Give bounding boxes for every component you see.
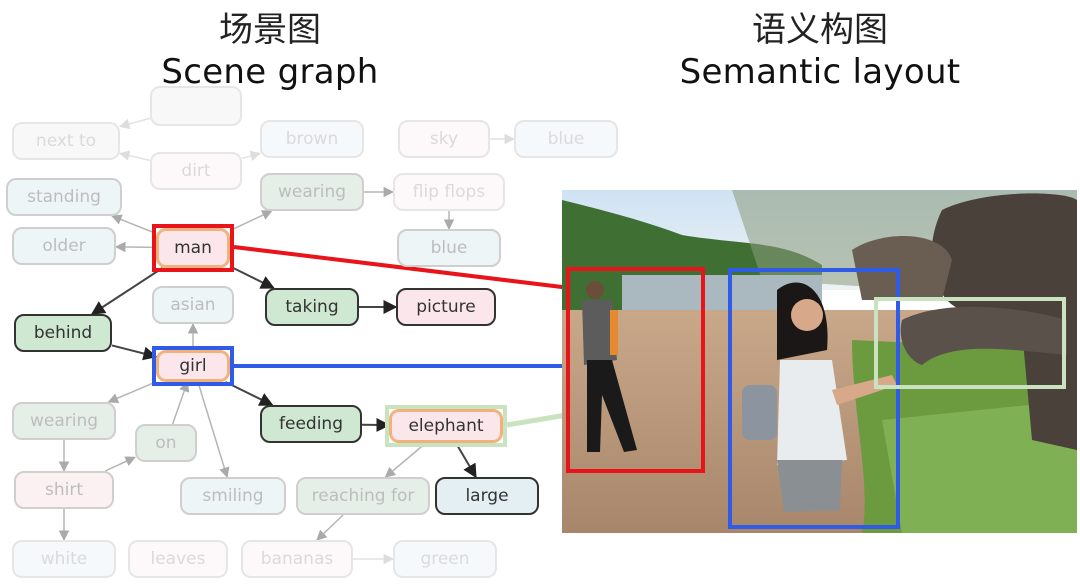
node-behind: behind xyxy=(14,314,112,352)
node-on: on xyxy=(135,424,197,462)
node-feeding: feeding xyxy=(260,405,362,443)
edge-girl-to-smiling xyxy=(197,381,230,479)
elephant-highlight-box xyxy=(385,405,507,447)
node-bananas: bananas xyxy=(241,540,353,578)
edge-man-to-wearing-man xyxy=(229,210,273,232)
edge-on-to-girl xyxy=(171,381,190,425)
edge-dirt-to-next-to xyxy=(118,150,151,162)
edge-top-hidden-to-next-to xyxy=(118,117,151,130)
node-dirt: dirt xyxy=(150,152,242,190)
node-brown: brown xyxy=(260,120,364,158)
node-white: white xyxy=(12,540,116,578)
node-blue-sky: blue xyxy=(514,120,618,158)
edge-man-to-older xyxy=(114,241,157,253)
edge-girl-to-wearing-girl xyxy=(107,381,157,404)
node-top-hidden xyxy=(150,86,242,126)
edge-elephant-to-large xyxy=(455,442,477,479)
edge-man-to-standing xyxy=(111,214,157,235)
elephant-bounding-box xyxy=(874,297,1066,389)
semantic-layout-photo xyxy=(562,190,1077,533)
edge-shirt-to-on xyxy=(104,456,136,472)
man-highlight-box xyxy=(152,224,234,272)
node-blue-ff: blue xyxy=(397,229,501,267)
node-smiling: smiling xyxy=(180,477,286,515)
node-picture: picture xyxy=(396,288,496,326)
node-green: green xyxy=(393,540,497,578)
node-next-to: next to xyxy=(12,122,120,160)
node-shirt: shirt xyxy=(14,471,114,509)
edge-reaching-for-to-bananas xyxy=(316,514,344,541)
edge-man-to-taking xyxy=(229,265,275,289)
edge-behind-to-girl xyxy=(111,344,158,361)
node-leaves: leaves xyxy=(128,540,228,578)
edge-dirt-to-brown xyxy=(241,150,262,161)
node-sky: sky xyxy=(398,120,490,158)
node-reaching-for: reaching for xyxy=(296,477,430,515)
node-older: older xyxy=(12,227,116,265)
girl-highlight-box xyxy=(152,346,234,386)
node-taking: taking xyxy=(265,288,359,326)
node-wearing-man: wearing xyxy=(260,173,364,211)
node-wearing-girl: wearing xyxy=(12,402,116,440)
node-flip-flops: flip flops xyxy=(393,173,505,211)
edge-elephant-to-reaching-for xyxy=(384,442,427,478)
node-large: large xyxy=(435,477,539,515)
node-standing: standing xyxy=(6,178,122,216)
node-asian: asian xyxy=(152,286,234,324)
man-bounding-box xyxy=(566,267,705,473)
